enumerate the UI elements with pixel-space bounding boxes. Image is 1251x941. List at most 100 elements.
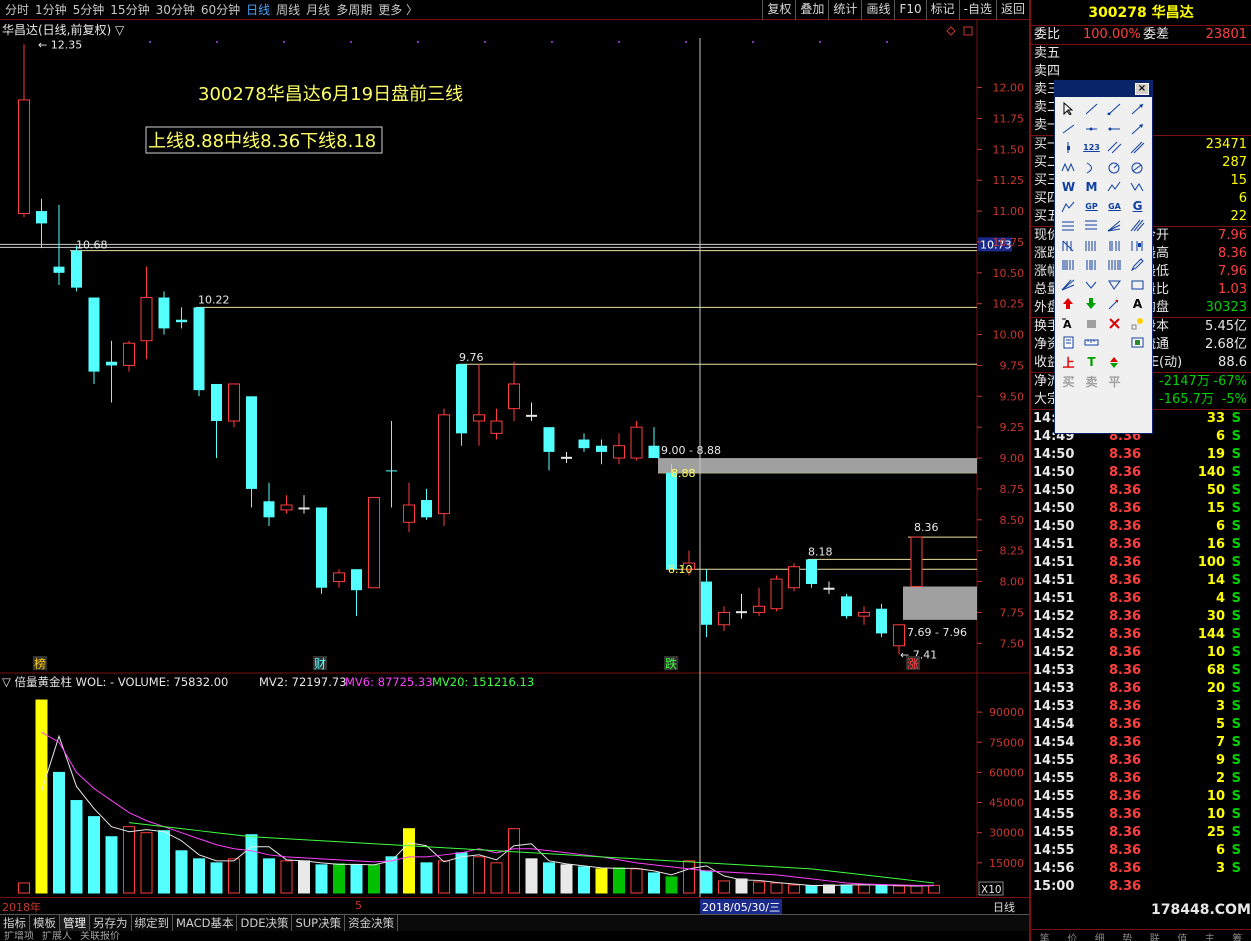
- quote-panel-tab[interactable]: 值: [1177, 930, 1187, 941]
- annotation-title[interactable]: 300278华昌达6月19日盘前三线: [198, 84, 463, 105]
- fib-tool-icon[interactable]: [1057, 216, 1080, 236]
- volume-bar[interactable]: [35, 699, 48, 894]
- period-tab-9[interactable]: 多周期: [333, 0, 375, 20]
- volume-bar[interactable]: [385, 856, 398, 894]
- volume-bar[interactable]: [18, 882, 30, 894]
- close-icon[interactable]: ×: [1135, 83, 1149, 95]
- volume-bar[interactable]: [595, 868, 608, 894]
- ray-tool-icon[interactable]: [1103, 99, 1126, 119]
- volume-bar[interactable]: [770, 882, 783, 894]
- chart-tool-button-5[interactable]: 标记: [925, 0, 959, 20]
- period-tab-2[interactable]: 5分钟: [70, 0, 108, 20]
- 买-tool-icon[interactable]: 买: [1057, 372, 1080, 392]
- period-tab-0[interactable]: 分时: [2, 0, 32, 20]
- volume-bar[interactable]: [893, 885, 905, 894]
- volume-bar[interactable]: [70, 800, 83, 894]
- wave-tool-icon[interactable]: [1057, 158, 1080, 178]
- candle[interactable]: [630, 421, 643, 461]
- volume-bar[interactable]: [245, 834, 258, 894]
- 上-tool-icon[interactable]: 上: [1057, 353, 1080, 373]
- volume-bar[interactable]: [490, 862, 503, 894]
- volume-bar[interactable]: [875, 884, 888, 894]
- delete-tool-icon[interactable]: [1103, 314, 1126, 334]
- event-marker[interactable]: 榜: [34, 656, 46, 671]
- gray-tool-icon[interactable]: [1080, 314, 1103, 334]
- candle[interactable]: [841, 593, 852, 619]
- volume-bar[interactable]: [718, 880, 730, 894]
- image-tool-icon[interactable]: [1126, 333, 1149, 353]
- ruler-tool-icon[interactable]: [1080, 333, 1103, 353]
- chart-tool-button-7[interactable]: 返回: [995, 0, 1029, 20]
- volume-bar[interactable]: [840, 884, 853, 894]
- mark-tool-icon[interactable]: [1103, 353, 1126, 373]
- A-tool-icon[interactable]: A: [1126, 294, 1149, 314]
- volume-bar[interactable]: [263, 858, 275, 894]
- indicator-tab-8[interactable]: 资金决策: [345, 915, 399, 931]
- chart-tool-button-4[interactable]: F10: [894, 0, 925, 20]
- palette-titlebar[interactable]: ×: [1055, 81, 1152, 97]
- text-tool-icon[interactable]: A: [1057, 314, 1080, 334]
- parallel-tool-icon[interactable]: [1103, 138, 1126, 158]
- volume-bar[interactable]: [455, 852, 468, 894]
- pencil-tool-icon[interactable]: [1126, 255, 1149, 275]
- volume-bar[interactable]: [315, 864, 328, 894]
- volume-bar[interactable]: [53, 771, 65, 894]
- candle[interactable]: [438, 408, 450, 526]
- volume-bar[interactable]: [560, 864, 573, 894]
- volume-bar[interactable]: [823, 884, 835, 894]
- event-marker[interactable]: 跌: [665, 656, 677, 671]
- volume-bar[interactable]: [543, 862, 555, 894]
- volume-bar[interactable]: [368, 864, 380, 894]
- volume-bar[interactable]: [578, 866, 590, 894]
- GA-tool-icon[interactable]: GA: [1103, 197, 1126, 217]
- line-tool-icon[interactable]: [1080, 99, 1103, 119]
- volume-bar[interactable]: [228, 858, 240, 894]
- chart-tool-button-1[interactable]: 叠加: [795, 0, 828, 20]
- cycle-tool-icon[interactable]: [1126, 158, 1149, 178]
- volume-bar[interactable]: [210, 862, 223, 894]
- resistance-zone[interactable]: [658, 458, 977, 473]
- volume-bar[interactable]: [805, 885, 818, 894]
- volume-bar[interactable]: [910, 885, 923, 894]
- fan-tool-icon[interactable]: [1103, 216, 1126, 236]
- period-tab-8[interactable]: 月线: [303, 0, 333, 20]
- candle[interactable]: [666, 464, 677, 570]
- volume-bar[interactable]: [753, 881, 765, 894]
- quote-panel-tab[interactable]: 价: [1067, 930, 1077, 941]
- volume-bar[interactable]: [420, 862, 433, 894]
- indicator-tab-1[interactable]: 模板: [30, 915, 60, 931]
- GP-tool-icon[interactable]: GP: [1080, 197, 1103, 217]
- volume-bar[interactable]: [438, 860, 450, 894]
- volume-bar[interactable]: [735, 878, 748, 894]
- flag-tool-icon[interactable]: [1103, 294, 1126, 314]
- lines2-tool-icon[interactable]: [1080, 255, 1103, 275]
- hill-tool-icon[interactable]: [1057, 197, 1080, 217]
- W-tool-icon[interactable]: W: [1057, 177, 1080, 197]
- volume-bar[interactable]: [350, 864, 363, 894]
- period-tab-6[interactable]: 日线: [243, 0, 273, 20]
- G-tool-icon[interactable]: G: [1126, 197, 1149, 217]
- sell-row[interactable]: 卖四: [1031, 63, 1251, 81]
- indicator-tab-0[interactable]: 指标: [0, 915, 30, 931]
- volume-bar[interactable]: [648, 872, 660, 894]
- rect-tool-icon[interactable]: [1126, 275, 1149, 295]
- volume-bar[interactable]: [193, 858, 205, 894]
- support-zone[interactable]: [903, 586, 977, 620]
- candle[interactable]: [788, 563, 800, 592]
- annotation-lines[interactable]: 上线8.88中线8.36下线8.18: [148, 131, 376, 152]
- channel-tool-icon[interactable]: [1126, 216, 1149, 236]
- up-arrow-tool-icon[interactable]: [1057, 294, 1080, 314]
- quote-panel-tab[interactable]: 势: [1122, 930, 1132, 941]
- quote-panel-tab[interactable]: 联: [1150, 930, 1160, 941]
- quote-panel-tab[interactable]: 细: [1095, 930, 1105, 941]
- candle[interactable]: [88, 297, 100, 384]
- 卖-tool-icon[interactable]: 卖: [1080, 372, 1103, 392]
- volume-bar[interactable]: [700, 870, 713, 894]
- quote-panel-tab[interactable]: 主: [1205, 930, 1215, 941]
- volume-bar[interactable]: [613, 867, 625, 894]
- volume-bar[interactable]: [175, 850, 188, 894]
- chart-tool-button-0[interactable]: 复权: [762, 0, 795, 20]
- down-tool-icon[interactable]: [1080, 275, 1103, 295]
- parallel2-tool-icon[interactable]: [1126, 138, 1149, 158]
- bars3-tool-icon[interactable]: [1103, 236, 1126, 256]
